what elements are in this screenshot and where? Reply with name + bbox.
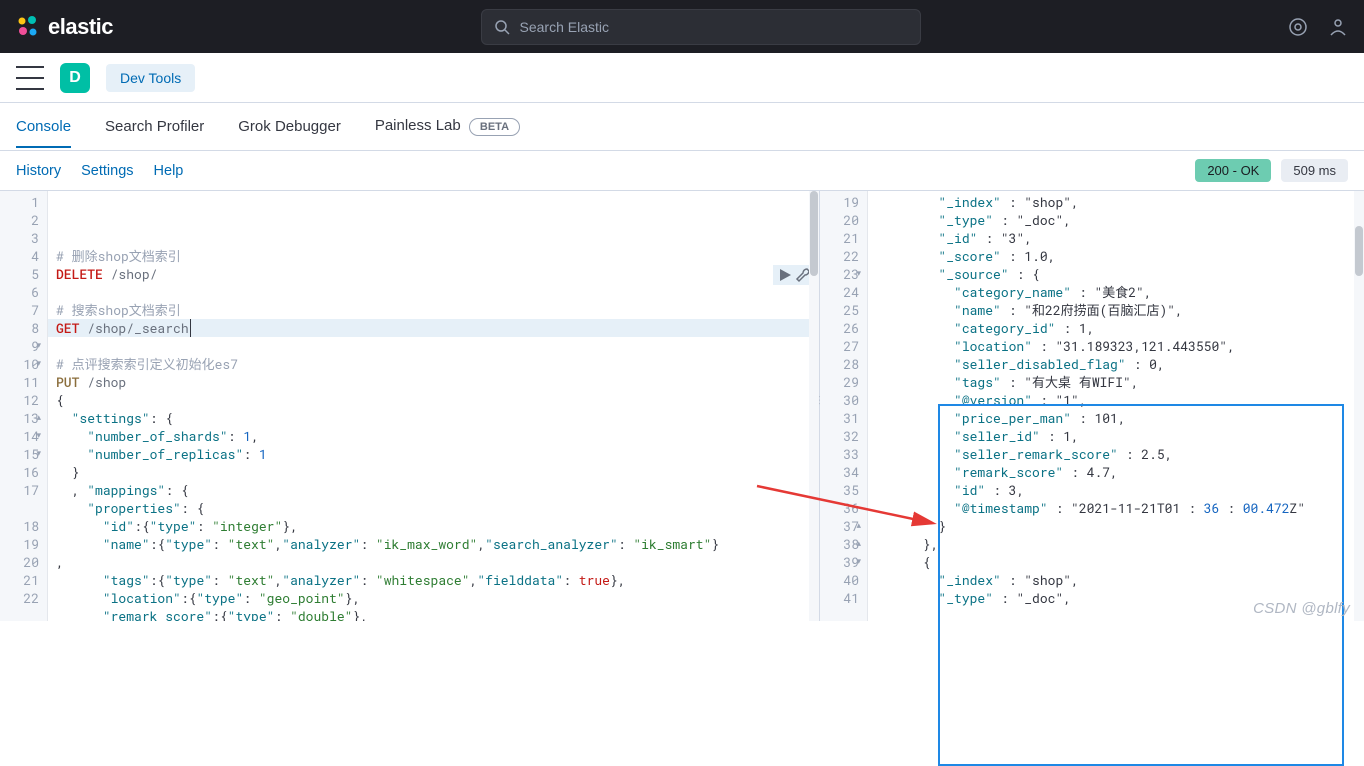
newsfeed-icon[interactable] [1288, 17, 1308, 37]
app-subheader: D Dev Tools [0, 53, 1364, 103]
settings-link[interactable]: Settings [81, 163, 133, 179]
request-editor[interactable]: # 删除shop文档索引DELETE /shop/# 搜索shop文档索引GET… [48, 191, 819, 621]
tab-search-profiler[interactable]: Search Profiler [105, 106, 204, 147]
space-selector[interactable]: D [60, 63, 90, 93]
devtools-tabs: Console Search Profiler Grok Debugger Pa… [0, 103, 1364, 151]
play-icon[interactable] [777, 267, 793, 283]
search-input[interactable] [520, 19, 908, 35]
breadcrumb-devtools[interactable]: Dev Tools [106, 64, 195, 92]
response-pane: 1920212223▾2425262728293031323334353637▴… [820, 191, 1364, 621]
request-gutter: 123456789▾10▾111213▴14▾15▾1617 181920212… [0, 191, 48, 621]
response-scrollbar[interactable] [1354, 191, 1364, 621]
help-link[interactable]: Help [154, 163, 184, 179]
tab-painless-lab[interactable]: Painless Lab BETA [375, 105, 520, 148]
tab-grok-debugger[interactable]: Grok Debugger [238, 106, 341, 147]
response-status-badge: 200 - OK [1195, 159, 1271, 182]
global-header: elastic [0, 0, 1364, 53]
elastic-logo-icon [16, 15, 40, 39]
brand-logo[interactable]: elastic [16, 14, 113, 40]
request-pane[interactable]: 123456789▾10▾111213▴14▾15▾1617 181920212… [0, 191, 820, 621]
response-viewer[interactable]: "_index" : "shop", "_type" : "_doc", "_i… [868, 191, 1364, 621]
editor-container: 123456789▾10▾111213▴14▾15▾1617 181920212… [0, 191, 1364, 621]
search-icon [494, 19, 510, 35]
beta-badge: BETA [469, 118, 520, 136]
global-search[interactable] [481, 9, 921, 45]
tab-console[interactable]: Console [16, 106, 71, 147]
console-toolbar: History Settings Help 200 - OK 509 ms [0, 151, 1364, 191]
nav-toggle-button[interactable] [16, 66, 44, 90]
user-icon[interactable] [1328, 17, 1348, 37]
brand-text: elastic [48, 14, 113, 40]
response-time-badge: 509 ms [1281, 159, 1348, 182]
watermark: CSDN @gblfy [1253, 600, 1350, 617]
history-link[interactable]: History [16, 163, 61, 179]
header-actions [1288, 17, 1348, 37]
search-container [137, 9, 1264, 45]
response-gutter: 1920212223▾2425262728293031323334353637▴… [820, 191, 868, 621]
